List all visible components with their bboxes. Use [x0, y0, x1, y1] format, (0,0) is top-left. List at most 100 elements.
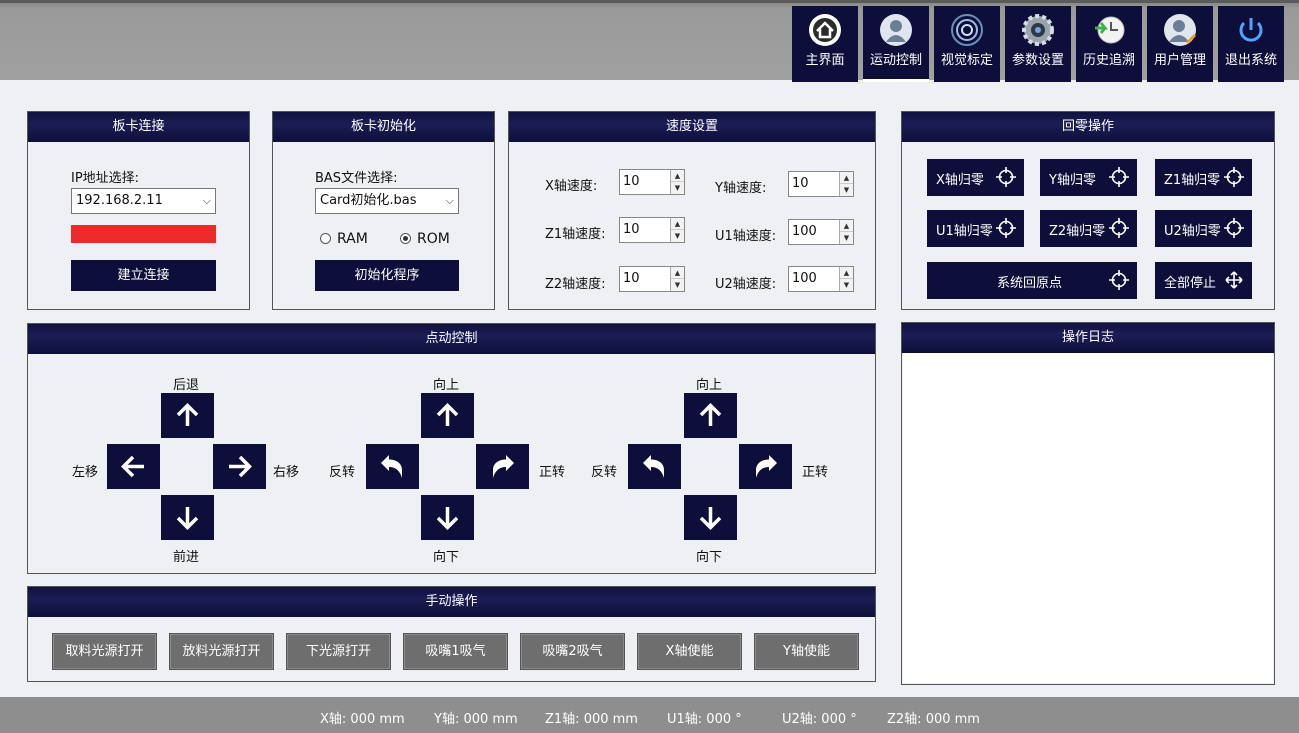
spin-down-icon[interactable]: ▼	[671, 279, 684, 291]
jog-back-button[interactable]	[161, 393, 214, 438]
arrow-right-icon	[229, 455, 252, 478]
pick-light-on-button[interactable]: 取料光源打开	[52, 633, 157, 670]
stop-all-button[interactable]: 全部停止	[1155, 262, 1252, 299]
radio-ram-dot	[320, 233, 331, 244]
log-title: 操作日志	[902, 323, 1274, 353]
y-enable-button[interactable]: Y轴使能	[754, 633, 859, 670]
manual-panel: 手动操作 取料光源打开 放料光源打开 下光源打开 吸嘴1吸气 吸嘴2吸气 X轴使…	[27, 586, 876, 682]
radio-ram-label: RAM	[337, 231, 368, 247]
x-enable-button[interactable]: X轴使能	[637, 633, 742, 670]
nav-exit-button[interactable]: 退出系统	[1218, 6, 1284, 82]
spin-up-icon[interactable]: ▲	[671, 170, 684, 182]
chevron-down-icon: ⌵	[202, 194, 211, 207]
spin-up-icon[interactable]: ▲	[671, 218, 684, 230]
bas-select-value: Card初始化.bas	[320, 193, 417, 208]
radio-rom[interactable]: ROM	[400, 231, 450, 247]
radio-rom-label: ROM	[417, 231, 450, 247]
spinner-buttons[interactable]: ▲ ▼	[670, 170, 684, 194]
nav-history-button[interactable]: 历史追溯	[1076, 6, 1142, 82]
arrow-up-icon	[699, 403, 722, 426]
bottom-light-on-button[interactable]: 下光源打开	[286, 633, 391, 670]
spinner-buttons[interactable]: ▲ ▼	[839, 172, 853, 196]
spinner-buttons[interactable]: ▲ ▼	[670, 267, 684, 291]
spin-down-icon[interactable]: ▼	[840, 184, 853, 196]
u2-home-label: U2轴归零	[1164, 224, 1221, 239]
move-icon	[1225, 271, 1243, 289]
ip-select[interactable]: 192.168.2.11 ⌵	[71, 188, 216, 214]
spin-up-icon[interactable]: ▲	[840, 220, 853, 232]
z2-home-button[interactable]: Z2轴归零	[1040, 210, 1137, 247]
status-z2: Z2轴: 000 mm	[887, 712, 980, 727]
u1-speed-value: 100	[792, 224, 817, 239]
g3-ccw-button[interactable]	[628, 444, 681, 489]
homing-title: 回零操作	[902, 112, 1274, 142]
status-y: Y轴: 000 mm	[434, 712, 518, 727]
spinner-buttons[interactable]: ▲ ▼	[839, 267, 853, 291]
status-x: X轴: 000 mm	[320, 712, 405, 727]
spin-up-icon[interactable]: ▲	[840, 267, 853, 279]
nav-home-button[interactable]: 主界面	[792, 6, 858, 82]
g2-cw-button[interactable]	[476, 444, 529, 489]
connect-button[interactable]: 建立连接	[71, 260, 216, 291]
target-icon	[951, 14, 983, 46]
bas-label: BAS文件选择:	[315, 171, 398, 186]
jog-right-button[interactable]	[213, 444, 266, 489]
spin-up-icon[interactable]: ▲	[840, 172, 853, 184]
g2-down-button[interactable]	[421, 495, 474, 540]
nav-home-label: 主界面	[805, 53, 845, 68]
bas-select[interactable]: Card初始化.bas ⌵	[315, 188, 459, 214]
spinner-buttons[interactable]: ▲ ▼	[839, 220, 853, 244]
spin-up-icon[interactable]: ▲	[671, 267, 684, 279]
z1-speed-input[interactable]: 10 ▲ ▼	[619, 217, 685, 243]
g3-cw-label: 正转	[802, 465, 829, 480]
jog-left-button[interactable]	[107, 444, 160, 489]
arrow-up-icon	[436, 403, 459, 426]
speed-title: 速度设置	[509, 112, 875, 142]
crosshair-icon	[996, 218, 1016, 238]
spin-down-icon[interactable]: ▼	[671, 182, 684, 194]
u1-speed-input[interactable]: 100 ▲ ▼	[788, 219, 854, 245]
u2-speed-input[interactable]: 100 ▲ ▼	[788, 266, 854, 292]
g3-up-button[interactable]	[684, 393, 737, 438]
crosshair-icon	[1109, 167, 1129, 187]
g3-down-button[interactable]	[684, 495, 737, 540]
g2-up-button[interactable]	[421, 393, 474, 438]
u2-home-button[interactable]: U2轴归零	[1155, 210, 1252, 247]
z2-speed-input[interactable]: 10 ▲ ▼	[619, 266, 685, 292]
radio-ram[interactable]: RAM	[320, 231, 368, 247]
nav-params-button[interactable]: 参数设置	[1005, 6, 1071, 82]
nav-users-button[interactable]: 用户管理	[1147, 6, 1213, 82]
ip-select-value: 192.168.2.11	[76, 193, 163, 208]
z1-home-button[interactable]: Z1轴归零	[1155, 159, 1252, 196]
nav-history-label: 历史追溯	[1082, 53, 1135, 68]
nav-vision-button[interactable]: 视觉标定	[934, 6, 1000, 82]
system-origin-button[interactable]: 系统回原点	[927, 262, 1137, 299]
x-speed-label: X轴速度:	[545, 179, 598, 194]
spin-down-icon[interactable]: ▼	[840, 232, 853, 244]
nozzle1-suction-button[interactable]: 吸嘴1吸气	[403, 633, 508, 670]
spin-down-icon[interactable]: ▼	[840, 279, 853, 291]
u1-home-button[interactable]: U1轴归零	[927, 210, 1024, 247]
y-speed-input[interactable]: 10 ▲ ▼	[788, 171, 854, 197]
nozzle2-suction-button[interactable]: 吸嘴2吸气	[520, 633, 625, 670]
jog-forward-button[interactable]	[161, 495, 214, 540]
card-init-panel: 板卡初始化 BAS文件选择: Card初始化.bas ⌵ RAM ROM 初始化…	[272, 111, 495, 310]
user-icon	[880, 14, 912, 46]
init-program-button[interactable]: 初始化程序	[315, 260, 459, 291]
power-icon	[1239, 18, 1263, 42]
top-nav-bar: 主界面 运动控制 视觉标定 参数设置 历史追溯 用户管理 退出系统	[0, 0, 1299, 82]
gear-icon	[1022, 14, 1054, 46]
spinner-buttons[interactable]: ▲ ▼	[670, 218, 684, 242]
g3-cw-button[interactable]	[739, 444, 792, 489]
g2-ccw-button[interactable]	[366, 444, 419, 489]
nav-motion-button[interactable]: 运动控制	[863, 6, 929, 82]
log-textarea[interactable]	[903, 353, 1273, 683]
place-light-on-button[interactable]: 放料光源打开	[169, 633, 274, 670]
x-speed-input[interactable]: 10 ▲ ▼	[619, 169, 685, 195]
x-home-button[interactable]: X轴归零	[927, 159, 1024, 196]
nav-motion-label: 运动控制	[869, 53, 922, 68]
crosshair-icon	[996, 167, 1016, 187]
y-home-button[interactable]: Y轴归零	[1040, 159, 1137, 196]
spin-down-icon[interactable]: ▼	[671, 230, 684, 242]
z1-speed-label: Z1轴速度:	[545, 227, 606, 242]
